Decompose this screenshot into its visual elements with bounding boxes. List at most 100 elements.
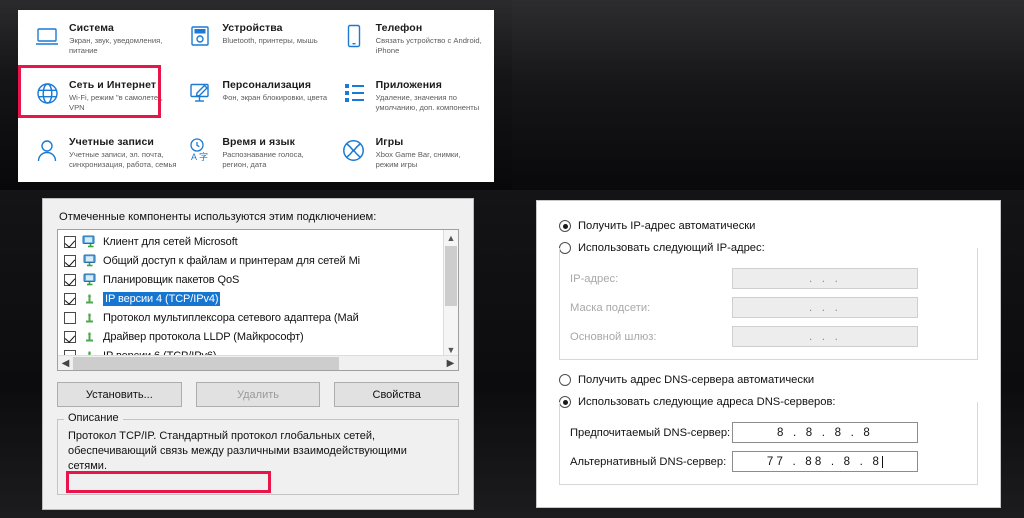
- subnet-mask-input[interactable]: . . .: [732, 297, 918, 318]
- list-item[interactable]: Протокол мультиплексора сетевого адаптер…: [58, 308, 458, 327]
- settings-tile-phone[interactable]: Телефон Связать устройство с Android, iP…: [335, 16, 488, 73]
- component-label: IP версии 4 (TCP/IPv4): [103, 291, 221, 306]
- component-label: Планировщик пакетов QoS: [103, 273, 240, 286]
- radio-label: Получить адрес DNS-сервера автоматически: [578, 374, 815, 386]
- component-label: Общий доступ к файлам и принтерам для се…: [103, 254, 361, 267]
- ip-address-group: IP-адрес: . . . Маска подсети: . . . Осн…: [559, 248, 978, 360]
- settings-tile-apps[interactable]: Приложения Удаление, значения по умолчан…: [335, 73, 488, 130]
- component-label: Клиент для сетей Microsoft: [103, 235, 238, 248]
- uninstall-button: Удалить: [195, 382, 321, 407]
- settings-tile-system[interactable]: Система Экран, звук, уведомления, питани…: [28, 16, 181, 73]
- components-rows: Клиент для сетей Microsoft Общий доступ …: [58, 230, 458, 365]
- component-checkbox[interactable]: [64, 254, 76, 267]
- preferred-dns-input[interactable]: 8 . 8 . 8 . 8: [732, 422, 918, 443]
- field-label: IP-адрес:: [570, 272, 619, 285]
- tcpip-properties-dialog: Получить IP-адрес автоматически Использо…: [536, 200, 1001, 508]
- settings-tile-personalization[interactable]: Персонализация Фон, экран блокировки, цв…: [181, 73, 334, 130]
- network-client-icon: [82, 235, 97, 249]
- tile-title: Сеть и Интернет: [69, 79, 157, 91]
- personalization-icon: [187, 80, 213, 106]
- tile-title: Телефон: [375, 22, 423, 34]
- horizontal-scroll-thumb[interactable]: [73, 356, 340, 370]
- tile-title: Время и язык: [222, 136, 295, 148]
- components-list[interactable]: Клиент для сетей Microsoft Общий доступ …: [57, 229, 459, 371]
- list-item[interactable]: Клиент для сетей Microsoft: [58, 232, 458, 251]
- field-row-default-gateway: Основной шлюз: . . .: [564, 322, 973, 351]
- field-label: Основной шлюз:: [570, 330, 657, 343]
- default-gateway-input[interactable]: . . .: [732, 326, 918, 347]
- component-checkbox[interactable]: [64, 273, 76, 286]
- list-item[interactable]: Планировщик пакетов QoS: [58, 270, 458, 289]
- adapter-properties-dialog: Отмеченные компоненты используются этим …: [42, 198, 474, 510]
- network-client-icon: [82, 254, 97, 268]
- tile-title: Приложения: [375, 79, 442, 91]
- tile-title: Учетные записи: [69, 136, 154, 148]
- components-list-label: Отмеченные компоненты используются этим …: [59, 211, 377, 223]
- tile-subtitle: Xbox Game Bar, снимки, режим игры: [375, 150, 461, 169]
- dns-address-group: Предпочитаемый DNS-сервер: 8 . 8 . 8 . 8…: [559, 402, 978, 485]
- clock-language-icon: A 字: [187, 137, 213, 163]
- vertical-scrollbar[interactable]: ▲ ▼: [443, 230, 458, 357]
- component-checkbox[interactable]: [64, 235, 76, 248]
- component-label: Протокол мультиплексора сетевого адаптер…: [103, 311, 359, 324]
- field-row-subnet-mask: Маска подсети: . . .: [564, 293, 973, 322]
- list-item[interactable]: Общий доступ к файлам и принтерам для се…: [58, 251, 458, 270]
- settings-tile-gaming[interactable]: Игры Xbox Game Bar, снимки, режим игры: [335, 130, 488, 187]
- component-checkbox[interactable]: [64, 292, 76, 305]
- field-value: 8 . 8 . 8 . 8: [777, 426, 873, 439]
- properties-button[interactable]: Свойства: [334, 382, 460, 407]
- horizontal-scrollbar[interactable]: ◀ ▶: [58, 355, 458, 370]
- globe-icon: [34, 80, 60, 106]
- apps-list-icon: [341, 80, 367, 106]
- settings-tile-accounts[interactable]: Учетные записи Учетные записи, эл. почта…: [28, 130, 181, 187]
- alternate-dns-input[interactable]: 77 . 88 . 8 . 8: [732, 451, 918, 472]
- radio-indicator[interactable]: [559, 374, 571, 386]
- scroll-right-icon[interactable]: ▶: [443, 358, 458, 369]
- tile-subtitle: Удаление, значения по умолчанию, доп. ко…: [375, 93, 480, 112]
- field-value: . . .: [809, 272, 841, 285]
- tile-subtitle: Фон, экран блокировки, цвета: [222, 93, 328, 102]
- install-button[interactable]: Установить...: [57, 382, 182, 407]
- settings-tile-grid: Система Экран, звук, уведомления, питани…: [18, 10, 494, 187]
- svg-text:A: A: [191, 152, 197, 162]
- component-checkbox[interactable]: [64, 330, 76, 343]
- field-value: 77 . 88 . 8 . 8: [766, 455, 883, 468]
- tile-title: Система: [69, 22, 114, 34]
- radio-dns-auto[interactable]: Получить адрес DNS-сервера автоматически: [559, 369, 978, 391]
- settings-tile-time-language[interactable]: A 字 Время и язык Распознавание голоса, р…: [181, 130, 334, 187]
- devices-icon: [187, 23, 213, 49]
- panel-windows-settings: Система Экран, звук, уведомления, питани…: [0, 0, 512, 190]
- svg-text:字: 字: [199, 151, 208, 162]
- scroll-up-icon[interactable]: ▲: [444, 230, 458, 245]
- description-text: Протокол TCP/IP. Стандартный протокол гл…: [68, 430, 407, 472]
- radio-ip-auto[interactable]: Получить IP-адрес автоматически: [559, 215, 978, 237]
- tile-subtitle: Экран, звук, уведомления, питание: [69, 36, 163, 55]
- protocol-icon: [82, 311, 97, 325]
- field-row-alternate-dns: Альтернативный DNS-сервер: 77 . 88 . 8 .…: [564, 447, 973, 476]
- field-row-preferred-dns: Предпочитаемый DNS-сервер: 8 . 8 . 8 . 8: [564, 418, 973, 447]
- panel-ethernet-settings: Состояние Ethernet: [512, 0, 1024, 190]
- xbox-icon: [341, 137, 367, 163]
- ip-address-input[interactable]: . . .: [732, 268, 918, 289]
- dialog-button-row: Установить... Удалить Свойства: [57, 382, 460, 407]
- panel-tcpip-properties: Получить IP-адрес автоматически Использо…: [512, 190, 1024, 518]
- person-icon: [34, 137, 60, 163]
- field-value: . . .: [809, 330, 841, 343]
- radio-indicator[interactable]: [559, 220, 571, 232]
- list-item[interactable]: Драйвер протокола LLDP (Майкрософт): [58, 327, 458, 346]
- vertical-scroll-thumb[interactable]: [445, 246, 457, 306]
- settings-tile-devices[interactable]: Устройства Bluetooth, принтеры, мышь: [181, 16, 334, 73]
- horizontal-scroll-track[interactable]: [73, 356, 443, 370]
- monitor-icon: [34, 23, 60, 49]
- component-checkbox[interactable]: [64, 311, 76, 324]
- settings-tile-network-internet[interactable]: Сеть и Интернет Wi-Fi, режим "в самолете…: [28, 73, 181, 130]
- component-label: Драйвер протокола LLDP (Майкрософт): [103, 330, 304, 343]
- tile-subtitle: Связать устройство с Android, iPhone: [375, 36, 482, 55]
- tile-title: Игры: [375, 136, 404, 148]
- scroll-left-icon[interactable]: ◀: [58, 358, 73, 369]
- panel-adapter-properties: Отмеченные компоненты используются этим …: [0, 190, 512, 518]
- field-value: . . .: [809, 301, 841, 314]
- list-item-selected[interactable]: IP версии 4 (TCP/IPv4): [58, 289, 458, 308]
- field-label: Предпочитаемый DNS-сервер:: [570, 426, 731, 439]
- text-caret: [882, 455, 884, 468]
